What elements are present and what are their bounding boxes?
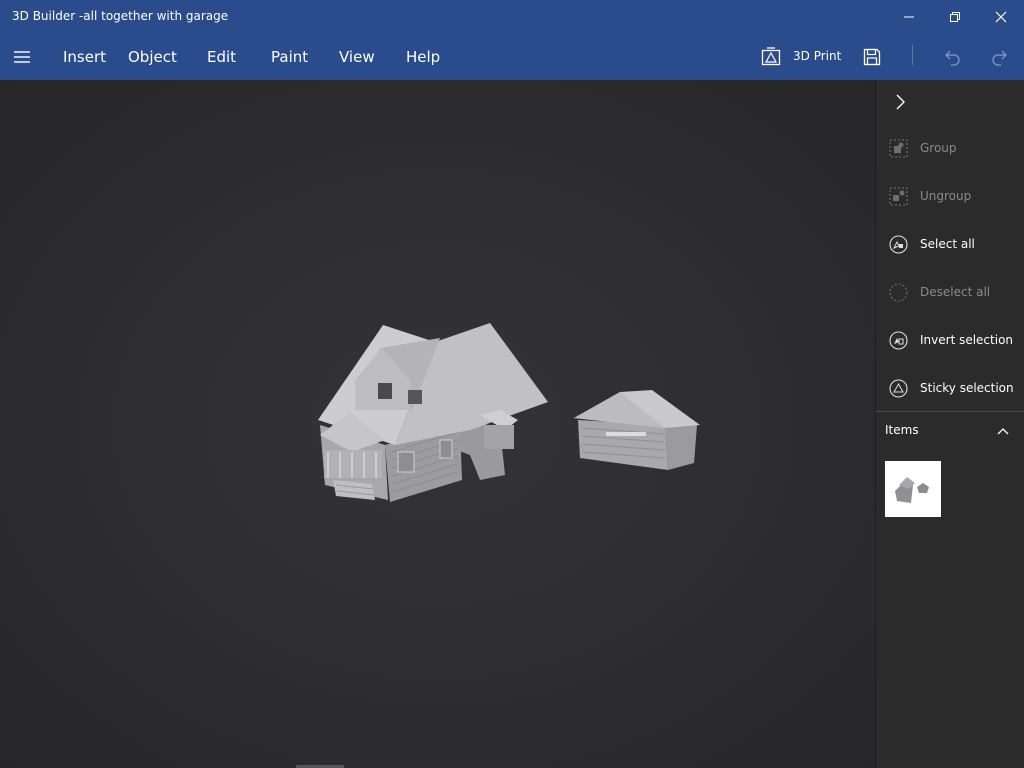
items-collapse-button[interactable] xyxy=(995,423,1011,439)
3d-viewport[interactable] xyxy=(0,80,875,768)
3d-print-label[interactable]: 3D Print xyxy=(793,33,841,80)
select-all-icon xyxy=(889,235,908,254)
menu-help[interactable]: Help xyxy=(406,33,440,80)
save-icon xyxy=(863,48,881,65)
3d-print-icon xyxy=(761,46,781,65)
title-bar: 3D Builder -all together with garage xyxy=(0,0,1024,33)
ungroup-icon xyxy=(889,187,908,206)
minimize-icon xyxy=(904,16,914,17)
invert-selection-button[interactable]: Invert selection xyxy=(876,316,1024,364)
model-thumbnail-icon xyxy=(895,477,929,503)
menu-view[interactable]: View xyxy=(339,33,375,80)
minimize-button[interactable] xyxy=(886,0,932,33)
group-label: Group xyxy=(920,141,957,155)
window-title: 3D Builder -all together with garage xyxy=(12,9,229,23)
menu-bar: Insert Object Edit Paint View Help 3D Pr… xyxy=(0,33,1024,80)
select-all-label: Select all xyxy=(920,237,975,251)
menu-paint[interactable]: Paint xyxy=(271,33,308,80)
chevron-up-icon xyxy=(997,428,1009,435)
group-button[interactable]: Group xyxy=(876,124,1024,172)
select-all-button[interactable]: Select all xyxy=(876,220,1024,268)
scene-canvas xyxy=(318,323,700,502)
menu-object[interactable]: Object xyxy=(128,33,177,80)
invert-selection-label: Invert selection xyxy=(920,333,1014,347)
items-divider xyxy=(876,411,1024,412)
group-icon xyxy=(889,139,908,158)
close-button[interactable] xyxy=(978,0,1024,33)
selection-panel: Group Ungroup Select all Deselect all In… xyxy=(875,80,1024,768)
3d-print-button[interactable] xyxy=(758,33,784,80)
invert-selection-icon xyxy=(889,331,908,350)
close-icon xyxy=(995,11,1007,22)
item-thumbnail[interactable] xyxy=(885,461,941,517)
hamburger-button[interactable] xyxy=(0,33,44,80)
toolbar-separator xyxy=(912,45,913,65)
collapse-panel-button[interactable] xyxy=(890,92,910,112)
deselect-all-icon xyxy=(889,283,908,302)
undo-button[interactable] xyxy=(940,33,964,80)
ungroup-button[interactable]: Ungroup xyxy=(876,172,1024,220)
menu-edit[interactable]: Edit xyxy=(207,33,236,80)
sticky-selection-icon xyxy=(889,379,908,398)
save-button[interactable] xyxy=(859,33,885,80)
sticky-selection-label: Sticky selection xyxy=(920,381,1014,395)
restore-icon xyxy=(950,11,960,22)
menu-insert[interactable]: Insert xyxy=(63,33,106,80)
garage-model[interactable] xyxy=(574,390,700,470)
deselect-all-label: Deselect all xyxy=(920,285,991,299)
sticky-selection-button[interactable]: Sticky selection xyxy=(876,364,1024,412)
redo-icon xyxy=(992,50,1007,66)
undo-icon xyxy=(945,50,960,66)
items-header: Items xyxy=(885,423,919,437)
ungroup-label: Ungroup xyxy=(920,189,972,203)
redo-button[interactable] xyxy=(988,33,1012,80)
chevron-right-icon xyxy=(896,94,905,110)
deselect-all-button[interactable]: Deselect all xyxy=(876,268,1024,316)
restore-button[interactable] xyxy=(932,0,978,33)
house-model[interactable] xyxy=(318,323,548,502)
hamburger-icon xyxy=(14,50,30,63)
